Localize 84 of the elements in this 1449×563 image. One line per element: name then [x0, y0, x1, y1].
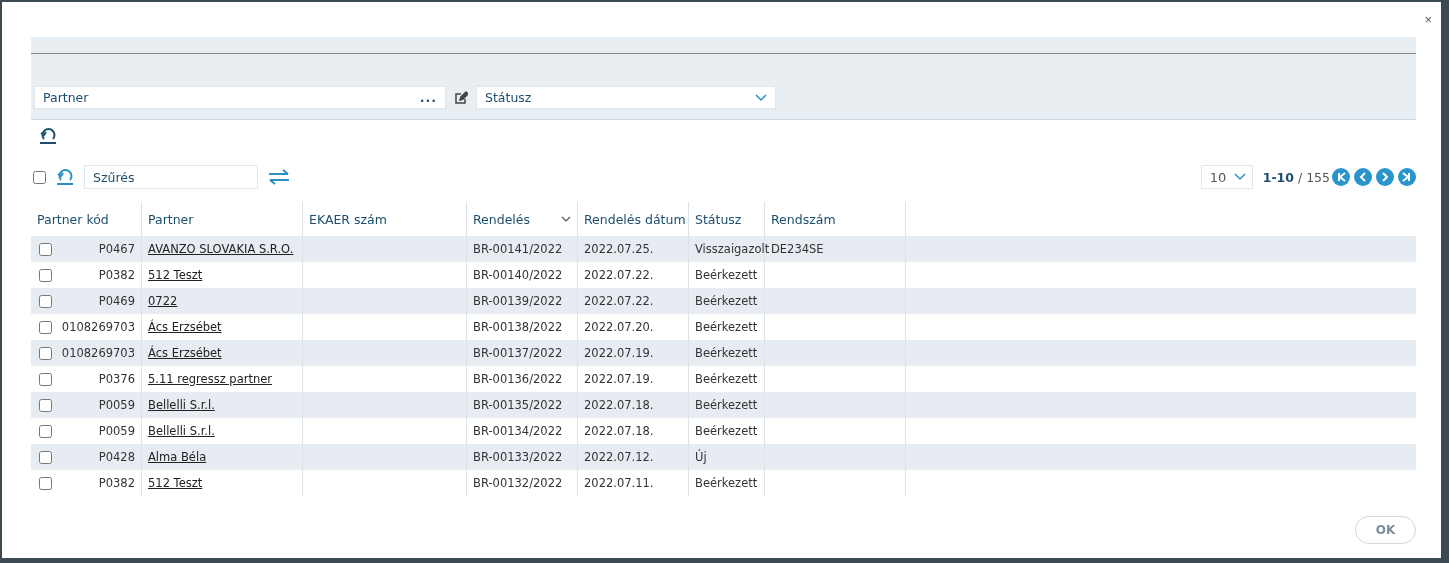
row-checkbox[interactable]: [39, 268, 52, 282]
table-cell: Beérkezett: [695, 476, 758, 490]
page-range: 1-10 / 155: [1262, 169, 1330, 185]
table-cell: P0467: [98, 242, 135, 256]
reset-icon[interactable]: [39, 127, 57, 145]
partner-field[interactable]: Partner ...: [34, 86, 446, 109]
partner-link[interactable]: 512 Teszt: [148, 476, 203, 490]
table-cell: BR-00138/2022: [473, 320, 563, 334]
table-cell: Beérkezett: [695, 294, 758, 308]
previous-page-icon[interactable]: [1354, 168, 1372, 186]
table-cell: 2022.07.11.: [584, 476, 654, 490]
row-checkbox[interactable]: [39, 346, 52, 360]
row-checkbox[interactable]: [39, 372, 52, 386]
table-cell: Új: [695, 450, 707, 464]
table-cell: 2022.07.25.: [584, 242, 654, 256]
column-header[interactable]: Partner kód: [37, 211, 109, 227]
table-cell: P0428: [98, 450, 135, 464]
table-cell: Visszaigazolt: [695, 242, 770, 256]
table-cell: 2022.07.18.: [584, 398, 654, 412]
next-page-icon[interactable]: [1376, 168, 1394, 186]
table-cell: 2022.07.12.: [584, 450, 654, 464]
edit-icon[interactable]: [454, 90, 468, 105]
table-cell: BR-00137/2022: [473, 346, 563, 360]
more-button[interactable]: ...: [419, 90, 437, 105]
partner-link[interactable]: Ács Erzsébet: [148, 320, 222, 334]
table-cell: 2022.07.20.: [584, 320, 654, 334]
table-cell: Beérkezett: [695, 424, 758, 438]
partner-link[interactable]: Bellelli S.r.l.: [148, 424, 215, 438]
select-all-checkbox[interactable]: [33, 170, 46, 184]
row-checkbox[interactable]: [39, 398, 52, 412]
table-cell: DE234SE: [771, 242, 824, 256]
table-cell: 0108269703: [61, 320, 135, 334]
table-cell: P0376: [98, 372, 135, 386]
row-checkbox[interactable]: [39, 242, 52, 256]
row-checkbox[interactable]: [39, 476, 52, 490]
table-cell: 2022.07.22.: [584, 294, 654, 308]
table-cell: BR-00136/2022: [473, 372, 563, 386]
table-cell: P0469: [98, 294, 135, 308]
column-header[interactable]: Rendszám: [771, 211, 836, 227]
swap-icon[interactable]: [268, 169, 290, 185]
table-cell: 2022.07.19.: [584, 346, 654, 360]
table-cell: Beérkezett: [695, 398, 758, 412]
table-cell: BR-00133/2022: [473, 450, 563, 464]
partner-link[interactable]: 0722: [148, 294, 178, 308]
refresh-icon[interactable]: [56, 168, 74, 186]
table-cell: P0382: [98, 476, 135, 490]
table-cell: 2022.07.22.: [584, 268, 654, 282]
table-cell: Beérkezett: [695, 372, 758, 386]
table-cell: BR-00139/2022: [473, 294, 563, 308]
table-cell: P0059: [98, 424, 135, 438]
column-header[interactable]: Státusz: [695, 211, 742, 227]
table-cell: P0382: [98, 268, 135, 282]
column-header[interactable]: Rendelés dátum: [584, 211, 686, 227]
table-cell: Beérkezett: [695, 268, 758, 282]
row-checkbox[interactable]: [39, 294, 52, 308]
partner-link[interactable]: Alma Béla: [148, 450, 207, 464]
table-cell: Beérkezett: [695, 320, 758, 334]
row-checkbox[interactable]: [39, 320, 52, 334]
table-cell: BR-00141/2022: [473, 242, 563, 256]
close-button[interactable]: ×: [1420, 12, 1436, 27]
table-cell: Beérkezett: [695, 346, 758, 360]
partner-link[interactable]: 5.11 regressz partner: [148, 372, 272, 386]
search-field[interactable]: Szűrés: [84, 165, 258, 189]
column-header[interactable]: Rendelés: [473, 211, 531, 227]
sort-caret-icon[interactable]: [561, 216, 571, 222]
table-cell: BR-00135/2022: [473, 398, 563, 412]
table-cell: BR-00140/2022: [473, 268, 563, 282]
table-cell: P0059: [98, 398, 135, 412]
status-dropdown[interactable]: Státusz: [476, 86, 776, 109]
partner-link[interactable]: 512 Teszt: [148, 268, 203, 282]
chevron-down-icon: [1233, 173, 1246, 181]
table-cell: 0108269703: [61, 346, 135, 360]
row-checkbox[interactable]: [39, 424, 52, 438]
column-header[interactable]: Partner: [148, 211, 194, 227]
page-size-dropdown[interactable]: 10: [1200, 165, 1253, 189]
table-cell: 2022.07.19.: [584, 372, 654, 386]
row-checkbox[interactable]: [39, 450, 52, 464]
chevron-down-icon: [755, 93, 767, 102]
column-header[interactable]: EKAER szám: [309, 211, 387, 227]
first-page-icon[interactable]: [1332, 168, 1350, 186]
table-cell: 2022.07.18.: [584, 424, 654, 438]
last-page-icon[interactable]: [1398, 168, 1416, 186]
table-cell: BR-00132/2022: [473, 476, 563, 490]
table-cell: BR-00134/2022: [473, 424, 563, 438]
